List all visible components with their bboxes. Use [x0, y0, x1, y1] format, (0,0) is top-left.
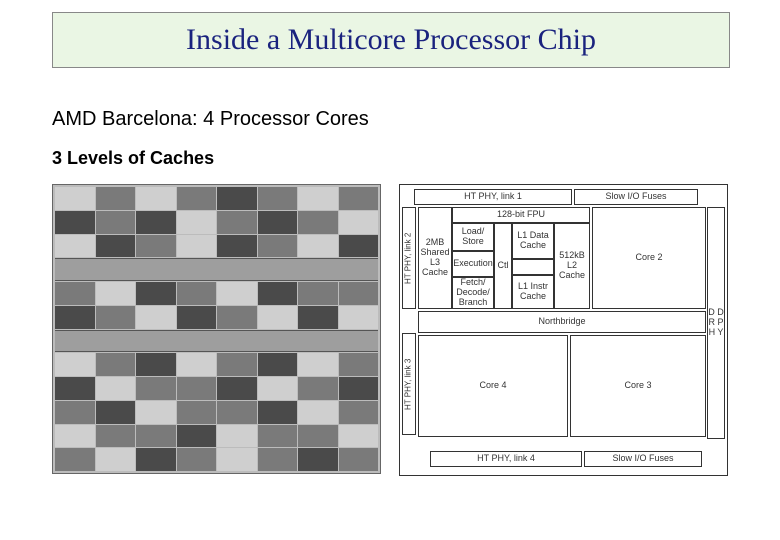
left-link3: HT PHY, link 3	[402, 333, 416, 435]
caches-heading: 3 Levels of Caches	[52, 148, 214, 169]
fetch-decode: Fetch/ Decode/ Branch	[452, 277, 494, 309]
core2: Core 2	[592, 207, 706, 309]
bottom-link4: HT PHY, link 4	[430, 451, 582, 467]
northbridge: Northbridge	[418, 311, 706, 333]
ctl: Ctl	[494, 223, 512, 309]
core3: Core 3	[570, 335, 706, 437]
left-link2: HT PHY, link 2	[402, 207, 416, 309]
ddr-phy: D D R P H Y	[707, 207, 725, 439]
figures-row: HT PHY, link 1 Slow I/O Fuses HT PHY, li…	[52, 184, 728, 504]
top-link1: HT PHY, link 1	[414, 189, 572, 205]
core4: Core 4	[418, 335, 568, 437]
die-photo	[52, 184, 381, 474]
subtitle: AMD Barcelona: 4 Processor Cores	[52, 108, 369, 131]
execution: Execution	[452, 251, 494, 277]
fpu: 128-bit FPU	[452, 207, 590, 223]
spacer-1	[512, 259, 554, 275]
slide-title: Inside a Multicore Processor Chip	[186, 23, 596, 57]
l1i-cache: L1 Instr Cache	[512, 275, 554, 309]
floorplan-diagram: HT PHY, link 1 Slow I/O Fuses HT PHY, li…	[399, 184, 728, 476]
title-box: Inside a Multicore Processor Chip	[52, 12, 730, 68]
l1d-cache: L1 Data Cache	[512, 223, 554, 259]
load-store: Load/ Store	[452, 223, 494, 251]
l2-cache: 512kB L2 Cache	[554, 223, 590, 309]
top-slowio: Slow I/O Fuses	[574, 189, 698, 205]
bottom-slowio: Slow I/O Fuses	[584, 451, 702, 467]
l3-cache: 2MB Shared L3 Cache	[418, 207, 452, 309]
